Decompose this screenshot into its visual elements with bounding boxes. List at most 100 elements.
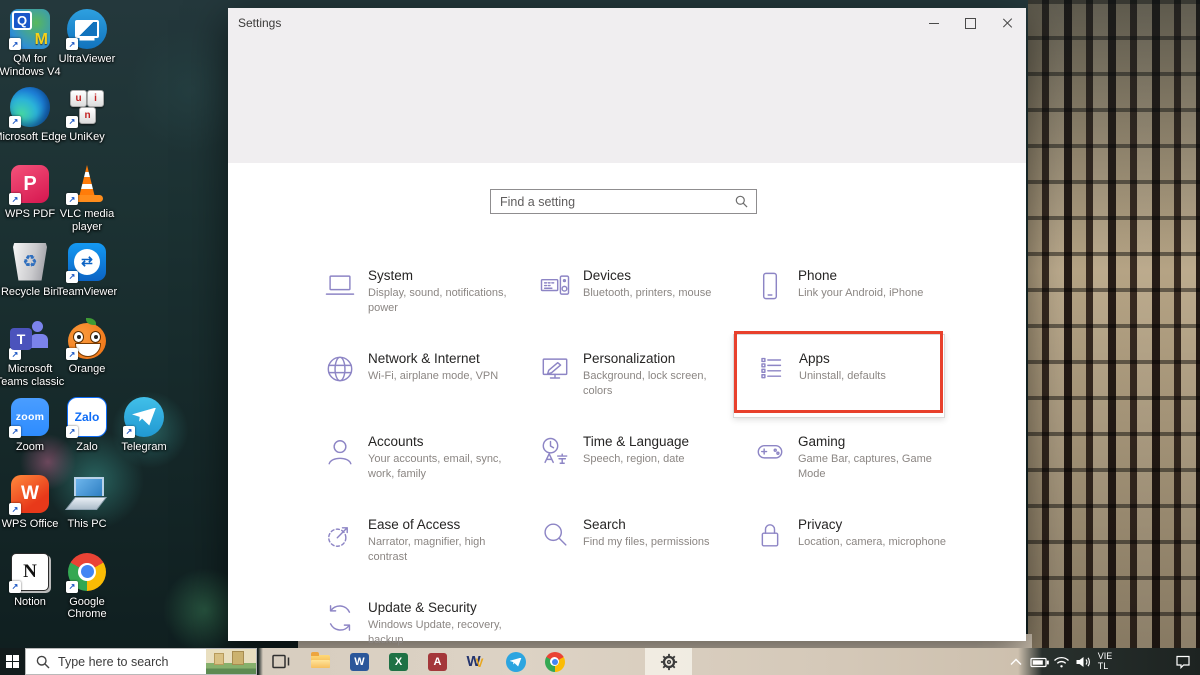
tile-phone[interactable]: PhoneLink your Android, iPhone <box>744 260 959 343</box>
tile-subtitle: Find my files, permissions <box>583 535 710 550</box>
find-a-setting-input[interactable] <box>491 195 735 209</box>
shortcut-arrow-icon <box>66 193 78 205</box>
desktop-icon-label: This PC <box>49 518 125 531</box>
window-header <box>228 8 1026 163</box>
desktop-icon-area: QMQM for Windows V4UltraViewerMicrosoft … <box>1 8 201 638</box>
tray-volume-icon[interactable] <box>1072 648 1094 675</box>
shortcut-arrow-icon <box>66 271 78 283</box>
shortcut-arrow-icon <box>9 38 21 50</box>
task-view-icon <box>272 653 291 670</box>
desktop-icon-telegram[interactable]: Telegram <box>115 396 173 454</box>
maximize-button[interactable] <box>952 8 989 38</box>
desktop-icon-unikey[interactable]: uinUniKey <box>58 86 116 144</box>
microsoft-edge-app-icon <box>9 86 51 128</box>
taskbar-file-explorer[interactable] <box>301 648 340 675</box>
desktop-icon-qm[interactable]: QMQM for Windows V4 <box>1 8 59 78</box>
tile-title: Gaming <box>798 434 950 449</box>
tray-language-indicator[interactable]: VIE TL <box>1092 648 1118 675</box>
tray-battery-icon[interactable] <box>1028 648 1052 675</box>
shortcut-arrow-icon <box>9 581 21 593</box>
task-view-button[interactable] <box>266 648 296 675</box>
action-center-button[interactable] <box>1170 648 1196 675</box>
taskbar-word[interactable]: W <box>340 648 379 675</box>
notion-app-icon: N <box>9 551 51 593</box>
window-controls <box>915 8 1026 38</box>
tile-subtitle: Background, lock screen, colors <box>583 369 735 398</box>
taskbar-search[interactable]: Type here to search <box>25 648 257 675</box>
tile-devices[interactable]: DevicesBluetooth, printers, mouse <box>529 260 744 343</box>
zoom-app-icon: zoom <box>9 396 51 438</box>
tile-ease-of-access[interactable]: Ease of AccessNarrator, magnifier, high … <box>314 509 529 592</box>
tile-title: Accounts <box>368 434 520 449</box>
tile-accounts[interactable]: Accounts Your accounts, email, sync, work… <box>314 426 529 509</box>
tile-personalization[interactable]: PersonalizationBackground, lock screen, … <box>529 343 744 426</box>
tile-privacy[interactable]: Privacy Location, camera, microphone <box>744 509 959 592</box>
desktop-icon-chrome[interactable]: Google Chrome <box>58 551 116 621</box>
tile-time-and-language[interactable]: Time & LanguageSpeech, region, date <box>529 426 744 509</box>
windows-logo-icon <box>6 655 19 668</box>
taskbar-telegram[interactable] <box>496 648 535 675</box>
shortcut-arrow-icon <box>66 348 78 360</box>
settings-tiles-grid: SystemDisplay, sound, notifications, pow… <box>314 260 959 675</box>
search-highlight-image[interactable] <box>206 649 256 674</box>
shortcut-arrow-icon <box>66 38 78 50</box>
tile-title: Network & Internet <box>368 351 498 366</box>
taskbar-excel[interactable]: X <box>379 648 418 675</box>
shortcut-arrow-icon <box>66 426 78 438</box>
qm-app-icon: QM <box>9 8 51 50</box>
accounts-person-icon <box>322 434 358 470</box>
tile-title: Phone <box>798 268 923 283</box>
recycle-bin-icon: ♻ <box>9 241 51 283</box>
ultraviewer-app-icon <box>66 8 108 50</box>
tile-gaming[interactable]: GamingGame Bar, captures, Game Mode <box>744 426 959 509</box>
close-button[interactable] <box>989 8 1026 38</box>
tile-subtitle: Your accounts, email, sync, work, family <box>368 452 520 481</box>
desktop-icon-teamviewer[interactable]: ⇄TeamViewer <box>58 241 116 299</box>
tile-apps[interactable]: AppsUninstall, defaults <box>733 334 945 418</box>
tray-wifi-icon[interactable] <box>1050 648 1072 675</box>
desktop-icon-teams[interactable]: TMicrosoft Teams classic <box>1 318 59 388</box>
search-icon <box>735 195 748 208</box>
tile-subtitle: Wi-Fi, airplane mode, VPN <box>368 369 498 384</box>
taskbar-access[interactable]: A <box>418 648 457 675</box>
tile-subtitle: Speech, region, date <box>583 452 689 467</box>
chrome-icon <box>545 652 565 672</box>
window-title: Settings <box>238 16 281 30</box>
desktop-icon-ultraviewer[interactable]: UltraViewer <box>58 8 116 66</box>
taskbar-w-office[interactable]: WV <box>457 648 496 675</box>
vlc-app-icon <box>66 163 108 205</box>
apps-list-icon <box>753 351 789 387</box>
unikey-app-icon: uin <box>66 86 108 128</box>
tile-search[interactable]: SearchFind my files, permissions <box>529 509 744 592</box>
tile-title: Privacy <box>798 517 946 532</box>
wallpaper-building <box>1028 0 1200 675</box>
ease-of-access-icon <box>322 517 358 553</box>
desktop-icon-label: VLC media player <box>49 208 125 233</box>
tile-subtitle: Windows Update, recovery, backup <box>368 618 520 647</box>
privacy-lock-icon <box>752 517 788 553</box>
minimize-button[interactable] <box>915 8 952 38</box>
settings-window: Settings SystemDisplay, sound, notificat… <box>228 8 1026 641</box>
taskbar-chrome[interactable] <box>535 648 574 675</box>
this-pc-icon <box>66 473 108 515</box>
tile-subtitle: Location, camera, microphone <box>798 535 946 550</box>
network-globe-icon <box>322 351 358 387</box>
desktop-icon-label: Telegram <box>106 441 182 454</box>
desktop-icon-label: TeamViewer <box>49 286 125 299</box>
desktop-icon-label: UltraViewer <box>49 53 125 66</box>
tile-system[interactable]: SystemDisplay, sound, notifications, pow… <box>314 260 529 343</box>
tile-title: Devices <box>583 268 711 283</box>
desktop-icon-thispc[interactable]: This PC <box>58 473 116 531</box>
tray-chevron-up-icon[interactable] <box>1006 648 1026 675</box>
shortcut-arrow-icon <box>66 116 78 128</box>
desktop-icon-orange[interactable]: Orange <box>58 318 116 376</box>
tile-title: Update & Security <box>368 600 520 615</box>
taskbar-settings[interactable] <box>645 648 692 675</box>
shortcut-arrow-icon <box>9 503 21 515</box>
personalization-brush-icon <box>537 351 573 387</box>
desktop-icon-vlc[interactable]: VLC media player <box>58 163 116 233</box>
tile-network-and-internet[interactable]: Network & Internet Wi-Fi, airplane mode, … <box>314 343 529 426</box>
start-button[interactable] <box>0 648 25 675</box>
search-icon <box>36 655 50 669</box>
tile-subtitle: Display, sound, notifications, power <box>368 286 520 315</box>
